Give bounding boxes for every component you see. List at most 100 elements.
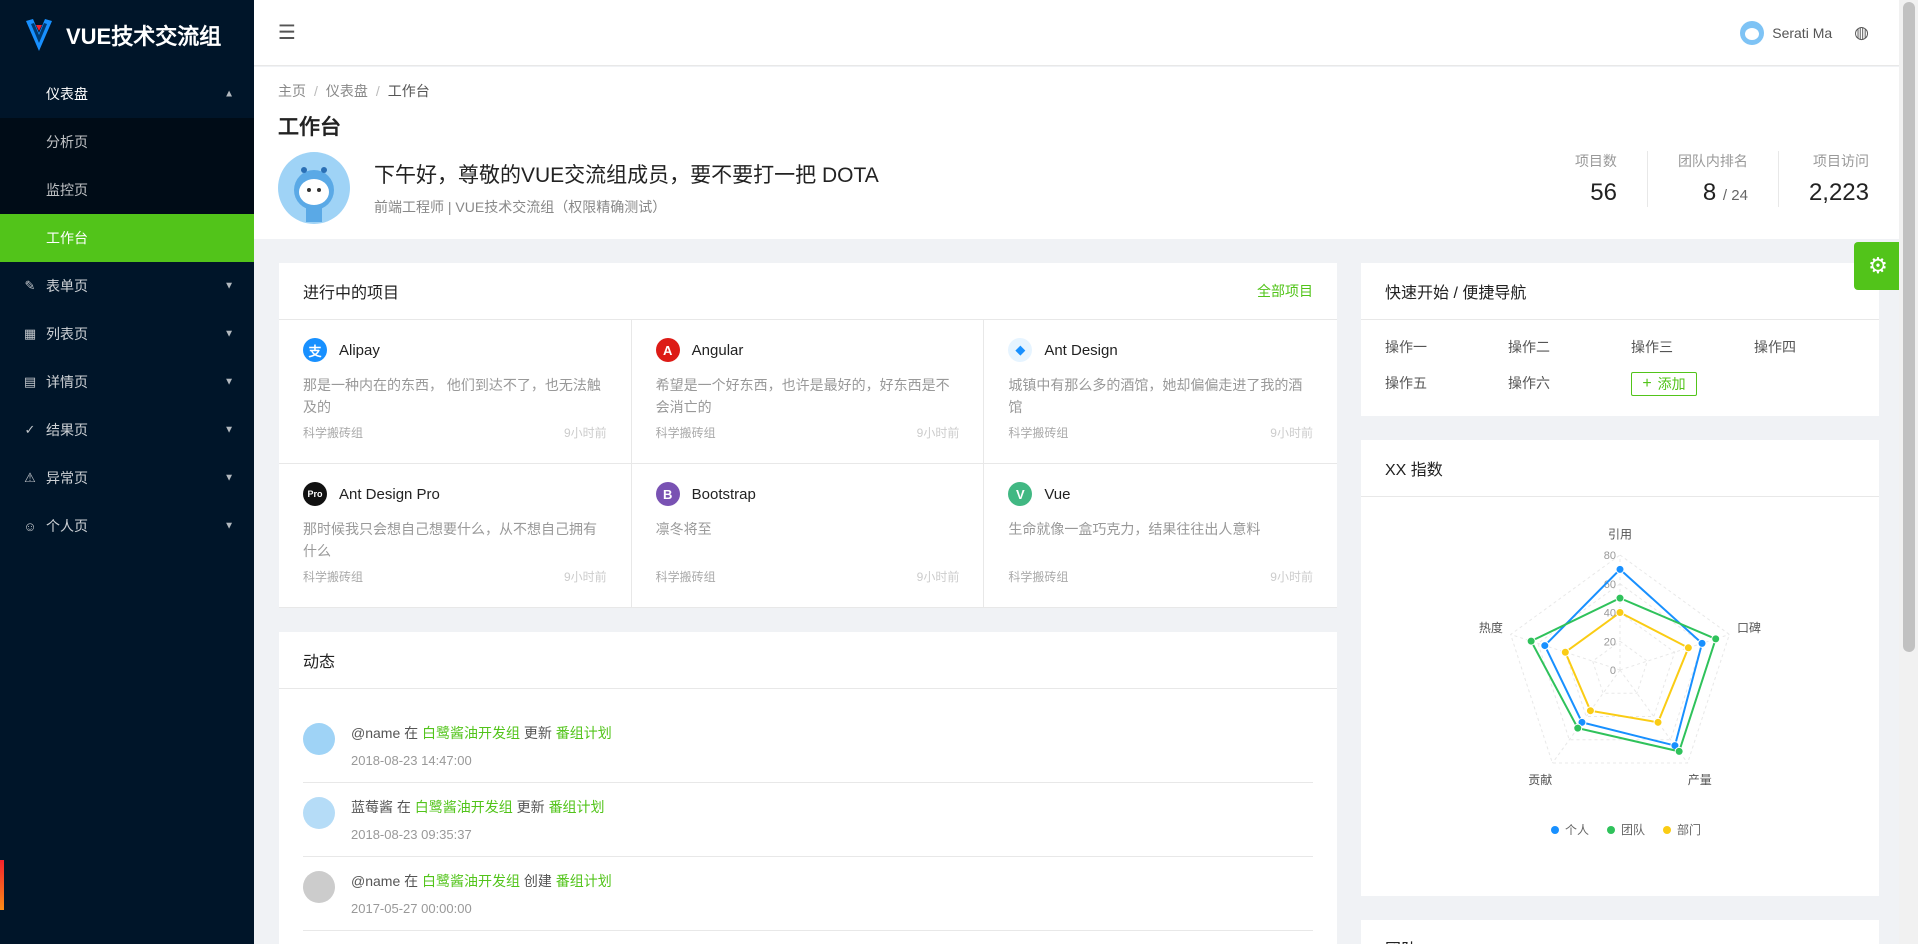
menu-analysis[interactable]: 分析页 (0, 118, 254, 166)
project-title: A Angular (655, 338, 960, 362)
project-footer: 科学搬砖组 9小时前 (1008, 568, 1313, 585)
team-card-title: 团队 (1361, 920, 1879, 944)
quick-link[interactable]: 操作五 (1385, 372, 1508, 394)
sidebar: VUE技术交流组 仪表盘 ▲ 分析页 监控页 工作台 ✎ 表单页 ▼ ▦ 列表页… (0, 0, 254, 944)
menu-fold-icon[interactable]: ☰ (278, 20, 296, 45)
menu-exception[interactable]: ⚠ 异常页 ▼ (0, 454, 254, 502)
project-time: 9小时前 (563, 426, 607, 440)
project-item[interactable]: ◆ Ant Design 城镇中有那么多的酒馆，她却偏偏走进了我的酒馆 科学搬砖组… (984, 320, 1337, 464)
quick-link[interactable]: 操作二 (1508, 336, 1631, 358)
radar-grid-ring (1564, 611, 1676, 718)
menu-list[interactable]: ▦ 列表页 ▼ (0, 310, 254, 358)
project-group[interactable]: 科学搬砖组 (656, 424, 716, 441)
settings-gear-icon[interactable]: ⚙ (1854, 242, 1902, 290)
activity-in: 在 (404, 873, 419, 889)
breadcrumb: 主页 / 仪表盘 / 工作台 (278, 81, 430, 101)
menu-workplace[interactable]: 工作台 (0, 214, 254, 262)
avatar (303, 797, 335, 829)
globe-icon[interactable]: ◍ (1854, 23, 1869, 43)
menu-monitor[interactable]: 监控页 (0, 166, 254, 214)
projects-card-header: 进行中的项目 全部项目 (279, 263, 1337, 320)
page-header: 主页 / 仪表盘 / 工作台 工作台 下午好，尊敬的VUE交流组成员，要不要打一把 DO… (254, 67, 1899, 239)
radar-data-point (1540, 641, 1550, 651)
radar-data-point (1615, 593, 1625, 603)
chevron-down-icon: ▼ (224, 280, 234, 292)
menu-account[interactable]: ☺ 个人页 ▼ (0, 502, 254, 550)
radar-indicator-label: 产量 (1688, 773, 1712, 787)
project-group[interactable]: 科学搬砖组 (656, 568, 716, 585)
activity-group-link[interactable]: 白鹭酱油开发组 (422, 725, 520, 741)
quick-link[interactable]: 操作一 (1385, 336, 1508, 358)
project-group[interactable]: 科学搬砖组 (1008, 424, 1068, 441)
profile-avatar (278, 152, 350, 224)
all-projects-link[interactable]: 全部项目 (1257, 281, 1313, 301)
breadcrumb-current: 工作台 (387, 83, 430, 99)
project-item[interactable]: A Angular 希望是一个好东西，也许是最好的，好东西是不会消亡的 科学搬砖组… (631, 320, 985, 464)
project-item[interactable]: Pro Ant Design Pro 那时候我只会想自己想要什么，从不想自己拥有什… (279, 464, 632, 608)
activity-project-link[interactable]: 番组计划 (549, 799, 605, 815)
project-name[interactable]: Bootstrap (692, 486, 756, 503)
activity-project-link[interactable]: 番组计划 (556, 873, 612, 889)
add-link-button[interactable]: + 添加 (1631, 372, 1697, 396)
stat-number: 56 (1590, 179, 1617, 206)
activity-group-link[interactable]: 白鹭酱油开发组 (415, 799, 513, 815)
activity-item: 蓝莓酱 在 白鹭酱油开发组 更新 番组计划 2018-08-23 09:35:3… (303, 783, 1313, 857)
radar-data-point (1615, 608, 1625, 617)
quick-link[interactable]: 操作三 (1631, 336, 1754, 358)
activity-time: 2018-08-23 09:35:37 (351, 827, 472, 842)
project-logo-icon: V (1008, 482, 1033, 506)
radar-data-point (1683, 643, 1693, 653)
activity-project-link[interactable]: 番组计划 (556, 725, 612, 741)
project-item[interactable]: B Bootstrap 凛冬将至 科学搬砖组 9小时前 (631, 464, 985, 608)
chevron-down-icon: ▼ (224, 520, 234, 532)
project-name[interactable]: Ant Design (1044, 342, 1117, 359)
page-scrollbar[interactable] (1899, 0, 1918, 944)
greeting-text: 下午好，尊敬的VUE交流组成员，要不要打一把 DOTA (374, 164, 879, 187)
menu-dashboard[interactable]: 仪表盘 ▲ (0, 70, 254, 118)
project-desc: 那时候我只会想自己想要什么，从不想自己拥有什么 (303, 521, 597, 559)
menu-result-label: 结果页 (46, 422, 88, 438)
menu-form[interactable]: ✎ 表单页 ▼ (0, 262, 254, 310)
app-title: VUE技术交流组 (66, 24, 222, 49)
user-name[interactable]: Serati Ma (1772, 25, 1832, 41)
activity-group-link[interactable]: 白鹭酱油开发组 (422, 873, 520, 889)
logo[interactable]: VUE技术交流组 (0, 0, 254, 70)
project-logo-icon: Pro (303, 482, 327, 506)
menu-profile[interactable]: ▤ 详情页 ▼ (0, 358, 254, 406)
project-group[interactable]: 科学搬砖组 (1008, 568, 1068, 585)
menu-result[interactable]: ✓ 结果页 ▼ (0, 406, 254, 454)
user-avatar[interactable] (1740, 20, 1765, 45)
warning-icon: ⚠ (24, 470, 36, 485)
quick-nav-header: 快速开始 / 便捷导航 (1361, 263, 1879, 320)
project-time: 9小时前 (1270, 570, 1313, 584)
project-item[interactable]: V Vue 生命就像一盒巧克力，结果往往出人意料 科学搬砖组 9小时前 (984, 464, 1337, 608)
project-name[interactable]: Angular (692, 342, 744, 359)
activity-text: @name 在 白鹭酱油开发组 更新 番组计划 (351, 723, 612, 743)
project-group[interactable]: 科学搬砖组 (303, 568, 363, 585)
dashboard-submenu: 分析页 监控页 工作台 (0, 118, 254, 262)
avatar (303, 723, 335, 755)
project-name[interactable]: Vue (1044, 486, 1070, 503)
project-name[interactable]: Ant Design Pro (339, 486, 440, 503)
radar-data-point (1674, 746, 1684, 756)
project-group[interactable]: 科学搬砖组 (303, 424, 363, 441)
quick-link[interactable]: 操作六 (1508, 372, 1631, 394)
breadcrumb-home[interactable]: 主页 (278, 83, 306, 99)
scrollbar-thumb[interactable] (1903, 2, 1915, 652)
breadcrumb-dashboard[interactable]: 仪表盘 (326, 83, 368, 99)
breadcrumb-separator: / (375, 83, 380, 99)
radar-card: XX 指数 0 20 40 60 80 引用 口碑 产量 贡献 热度 个人 团队 部门 (1361, 440, 1879, 896)
quick-link[interactable]: 操作四 (1754, 336, 1877, 358)
activity-list: @name 在 白鹭酱油开发组 更新 番组计划 2018-08-23 14:47… (279, 689, 1337, 931)
legend-marker (1551, 826, 1559, 834)
activity-card: 动态 @name 在 白鹭酱油开发组 更新 番组计划 2018-08-23 14… (279, 632, 1337, 944)
project-logo-icon: B (655, 482, 680, 506)
radar-tick-label: 80 (1604, 550, 1616, 562)
project-name[interactable]: Alipay (339, 342, 380, 359)
radar-data-point (1560, 647, 1570, 657)
project-item[interactable]: 支 Alipay 那是一种内在的东西， 他们到达不了，也无法触及的 科学搬砖组 9小… (279, 320, 632, 464)
chevron-down-icon: ▼ (224, 424, 234, 436)
menu-account-label: 个人页 (46, 518, 88, 534)
project-desc: 生命就像一盒巧克力，结果往往出人意料 (1008, 521, 1261, 537)
legend-marker (1607, 826, 1615, 834)
